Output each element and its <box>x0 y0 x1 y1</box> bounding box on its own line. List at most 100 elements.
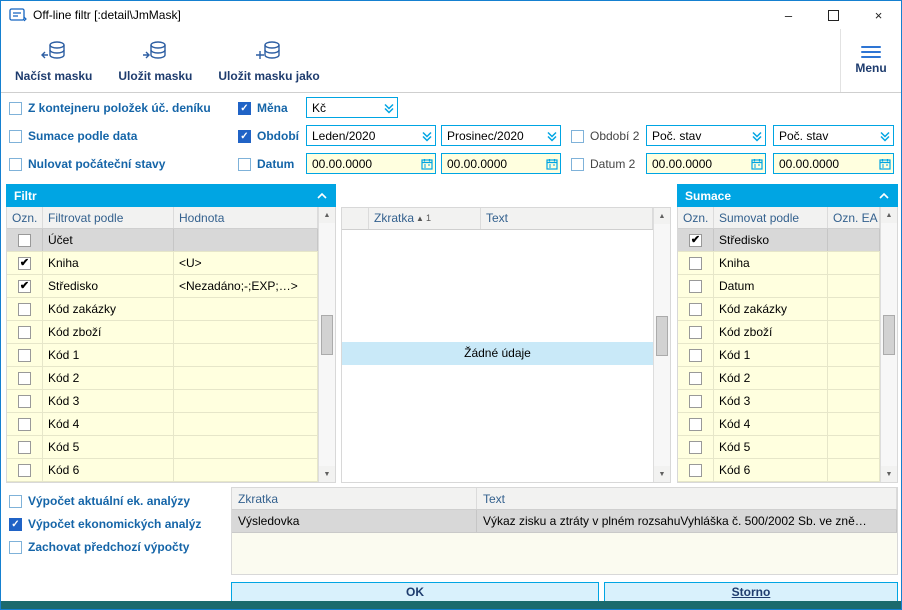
maximize-button[interactable] <box>811 1 856 29</box>
obdobi-from-combo[interactable]: Leden/2020 <box>306 125 436 146</box>
analyzy-header[interactable]: Zkratka Text <box>232 488 897 510</box>
table-row[interactable]: Kód 6 <box>7 459 318 482</box>
table-row[interactable]: Kód 2 <box>7 367 318 390</box>
sumace-grid-header[interactable]: Ozn. Sumovat podle Ozn. EA <box>678 207 880 229</box>
scroll-track[interactable] <box>654 224 670 466</box>
row-checkbox[interactable] <box>18 441 31 454</box>
column-header[interactable]: Ozn. <box>678 207 714 228</box>
column-header[interactable]: Text <box>477 488 897 509</box>
datum2-to-field[interactable]: 00.00.0000 <box>773 153 894 174</box>
checkbox-vypocet-ekonomickych[interactable]: Výpočet ekonomických analýz <box>9 514 201 534</box>
table-row[interactable]: Kód 4 <box>678 413 880 436</box>
checkbox-box[interactable] <box>238 102 251 115</box>
checkbox-zachovat-vypocty[interactable]: Zachovat předchozí výpočty <box>9 537 189 557</box>
column-header[interactable]: Ozn. EA <box>828 207 880 228</box>
table-row[interactable]: Kód zboží <box>678 321 880 344</box>
row-checkbox[interactable] <box>18 395 31 408</box>
row-checkbox[interactable] <box>18 418 31 431</box>
scroll-up-icon[interactable]: ▲ <box>881 207 897 223</box>
table-row[interactable]: VýsledovkaVýkaz zisku a ztráty v plném r… <box>232 510 897 533</box>
row-checkbox[interactable] <box>689 395 702 408</box>
column-header[interactable]: Ozn. <box>7 207 43 228</box>
checkbox-vypocet-aktualni[interactable]: Výpočet aktuální ek. analýzy <box>9 491 190 511</box>
save-mask-button[interactable]: Uložit masku <box>106 29 204 92</box>
minimize-button[interactable]: – <box>766 1 811 29</box>
load-mask-button[interactable]: Načíst masku <box>3 29 104 92</box>
table-row[interactable]: Účet <box>7 229 318 252</box>
column-header[interactable]: Filtrovat podle <box>43 207 174 228</box>
scroll-thumb[interactable] <box>883 315 895 355</box>
table-row[interactable]: ✔Kniha<U> <box>7 252 318 275</box>
checkbox-kontejner[interactable]: Z kontejneru položek úč. deníku <box>9 98 211 118</box>
table-row[interactable]: Kód 1 <box>7 344 318 367</box>
checkbox-obdobi[interactable]: Období <box>238 126 299 146</box>
checkbox-box[interactable] <box>571 130 584 143</box>
table-row[interactable]: Kód zakázky <box>7 298 318 321</box>
filtr-grid-header[interactable]: Ozn. Filtrovat podle Hodnota <box>7 207 318 229</box>
checkbox-box[interactable] <box>9 102 22 115</box>
row-checkbox[interactable] <box>689 326 702 339</box>
checkbox-box[interactable] <box>9 541 22 554</box>
datum2-from-field[interactable]: 00.00.0000 <box>646 153 766 174</box>
table-row[interactable]: Kód 5 <box>7 436 318 459</box>
table-row[interactable]: Kód zboží <box>7 321 318 344</box>
column-header[interactable]: Hodnota <box>174 207 318 228</box>
row-checkbox[interactable]: ✔ <box>18 280 31 293</box>
column-header[interactable]: Text <box>481 208 653 229</box>
checkbox-box[interactable] <box>9 158 22 171</box>
column-header[interactable]: Zkratka <box>232 488 477 509</box>
table-row[interactable]: Kód 3 <box>7 390 318 413</box>
table-row[interactable]: Kód 6 <box>678 459 880 482</box>
checkbox-datum2[interactable]: Datum 2 <box>571 154 635 174</box>
row-checkbox[interactable] <box>689 441 702 454</box>
row-checkbox[interactable] <box>18 349 31 362</box>
ok-button[interactable]: OK <box>231 582 599 602</box>
table-row[interactable]: Kód 2 <box>678 367 880 390</box>
table-row[interactable]: Kniha <box>678 252 880 275</box>
row-checkbox[interactable] <box>18 372 31 385</box>
row-checkbox[interactable] <box>689 418 702 431</box>
checkbox-box[interactable] <box>9 495 22 508</box>
table-row[interactable]: Kód zakázky <box>678 298 880 321</box>
table-row[interactable]: Kód 3 <box>678 390 880 413</box>
column-header-zkratka[interactable]: Zkratka ▲ 1 <box>369 208 481 229</box>
table-row[interactable]: ✔Středisko <box>678 229 880 252</box>
mena-combo[interactable]: Kč <box>306 97 398 118</box>
row-checkbox[interactable] <box>689 280 702 293</box>
scroll-down-icon[interactable]: ▼ <box>319 466 335 482</box>
obdobi-to-combo[interactable]: Prosinec/2020 <box>441 125 561 146</box>
obdobi2-to-combo[interactable]: Poč. stav <box>773 125 894 146</box>
scroll-down-icon[interactable]: ▼ <box>881 466 897 482</box>
obdobi2-from-combo[interactable]: Poč. stav <box>646 125 766 146</box>
table-row[interactable]: Kód 1 <box>678 344 880 367</box>
scroll-down-icon[interactable]: ▼ <box>654 466 670 482</box>
row-checkbox[interactable] <box>18 303 31 316</box>
row-checkbox[interactable] <box>18 234 31 247</box>
table-row[interactable]: Kód 5 <box>678 436 880 459</box>
column-header[interactable] <box>342 208 369 229</box>
close-button[interactable]: × <box>856 1 901 29</box>
checkbox-box[interactable] <box>9 518 22 531</box>
datum-from-field[interactable]: 00.00.0000 <box>306 153 436 174</box>
scroll-thumb[interactable] <box>321 315 333 355</box>
scroll-thumb[interactable] <box>656 316 668 356</box>
row-checkbox[interactable]: ✔ <box>689 234 702 247</box>
checkbox-box[interactable] <box>9 130 22 143</box>
filtr-scrollbar[interactable]: ▲ ▼ <box>318 207 335 482</box>
row-checkbox[interactable] <box>689 372 702 385</box>
checkbox-mena[interactable]: Měna <box>238 98 288 118</box>
datum-to-field[interactable]: 00.00.0000 <box>441 153 561 174</box>
menu-button[interactable]: Menu <box>840 29 901 92</box>
row-checkbox[interactable] <box>689 257 702 270</box>
table-row[interactable]: Datum <box>678 275 880 298</box>
scroll-up-icon[interactable]: ▲ <box>654 208 670 224</box>
checkbox-nulovat[interactable]: Nulovat počáteční stavy <box>9 154 165 174</box>
row-checkbox[interactable] <box>689 349 702 362</box>
sumace-scrollbar[interactable]: ▲ ▼ <box>880 207 897 482</box>
column-header[interactable]: Sumovat podle <box>714 207 828 228</box>
checkbox-obdobi2[interactable]: Období 2 <box>571 126 639 146</box>
checkbox-box[interactable] <box>238 130 251 143</box>
middle-scrollbar[interactable]: ▲ ▼ <box>653 208 670 482</box>
row-checkbox[interactable] <box>689 464 702 477</box>
checkbox-box[interactable] <box>238 158 251 171</box>
